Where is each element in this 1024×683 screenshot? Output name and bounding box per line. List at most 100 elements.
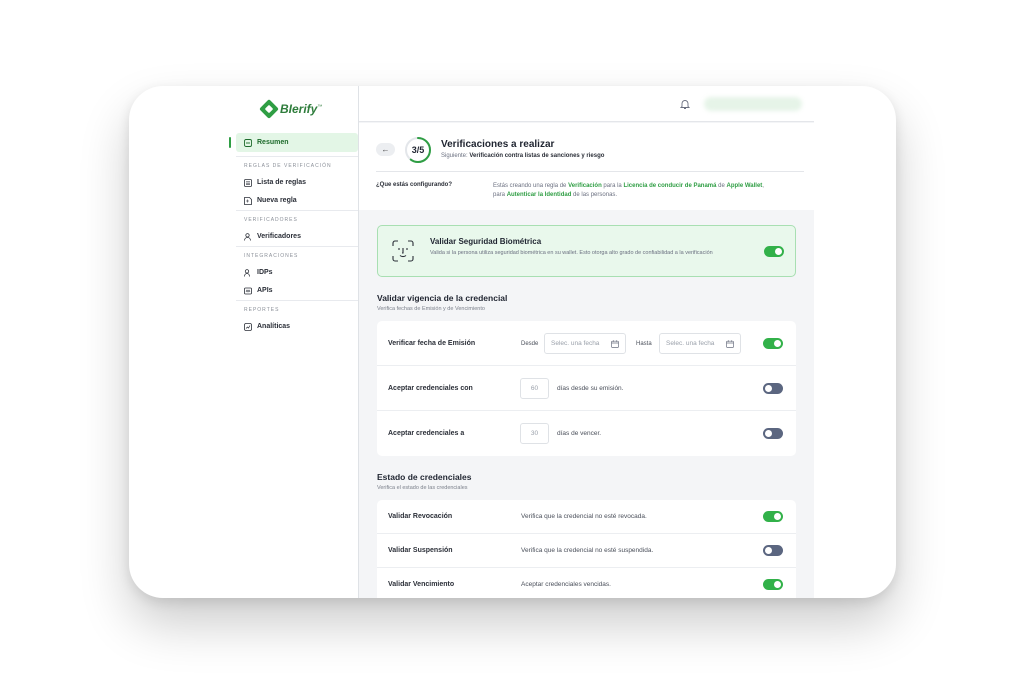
device-frame: BIerify™ Resumen REGLAS DE VERIFICACIÓN … [129, 86, 896, 598]
accept-expire-row: Aceptar credenciales a 30 días de vencer… [377, 411, 796, 456]
divider [236, 156, 358, 157]
section-title-integrations: INTEGRACIONES [244, 253, 299, 259]
arrow-left-icon: ← [381, 145, 390, 154]
calendar-icon [611, 340, 619, 348]
logo-icon [259, 99, 279, 119]
suspension-text: Verifica que la credencial no esté suspe… [521, 547, 654, 554]
biometric-title: Validar Seguridad Biométrica [430, 237, 542, 246]
status-card: Validar Revocación Verifica que la crede… [377, 500, 796, 598]
expiration-toggle[interactable] [763, 579, 783, 590]
accept-since-suffix: días desde su emisión. [557, 385, 624, 392]
status-section-subtitle: Verifica el estado de las credenciales [377, 485, 468, 491]
highlight-purpose: Autenticar la Identidad [506, 192, 572, 198]
face-id-icon [392, 240, 414, 262]
emission-label: Verificar fecha de Emisión [388, 340, 476, 347]
config-label: ¿Que estás configurando? [376, 182, 453, 188]
sidebar-item-lista-de-reglas[interactable]: Lista de reglas [236, 174, 358, 191]
sidebar-item-analiticas[interactable]: Analíticas [236, 318, 358, 335]
brand-logo[interactable]: BIerify™ [259, 99, 323, 119]
biometric-toggle[interactable] [764, 246, 784, 257]
toggle-knob [765, 430, 772, 437]
section-title-reports: REPORTES [244, 307, 280, 313]
section-title-verifiers: VERIFICADORES [244, 217, 298, 223]
toggle-knob [775, 248, 782, 255]
idp-icon [244, 268, 252, 277]
accept-since-toggle[interactable] [763, 383, 783, 394]
sidebar-item-idps[interactable]: IDPs [236, 264, 358, 281]
sidebar-item-resumen[interactable]: Resumen [229, 133, 358, 152]
sidebar-item-label: Verificadores [257, 233, 301, 240]
bell-icon[interactable] [679, 97, 691, 109]
toggle-knob [774, 340, 781, 347]
toggle-knob [774, 513, 781, 520]
suspension-label: Validar Suspensión [388, 547, 453, 554]
emission-row: Verificar fecha de Emisión Desde Selec. … [377, 321, 796, 366]
accept-expire-label: Aceptar credenciales a [388, 430, 465, 437]
toggle-knob [765, 385, 772, 392]
divider [236, 300, 358, 301]
sidebar-item-apis[interactable]: APIs [236, 282, 358, 299]
user-menu[interactable] [704, 97, 802, 111]
step-indicator: 3/5 [404, 136, 432, 164]
new-rule-icon [244, 196, 252, 205]
from-label: Desde [521, 341, 539, 347]
emission-toggle[interactable] [763, 338, 783, 349]
users-icon [244, 232, 252, 241]
days-since-input[interactable]: 60 [520, 378, 549, 399]
validity-card: Verificar fecha de Emisión Desde Selec. … [377, 321, 796, 456]
divider [376, 171, 804, 172]
divider [236, 246, 358, 247]
validity-section-title: Validar vigencia de la credencial [377, 293, 508, 303]
list-icon [244, 178, 252, 187]
calendar-icon [726, 340, 734, 348]
highlight-credential: Licencia de conducir de Panamá [623, 183, 717, 189]
status-section-title: Estado de credenciales [377, 472, 472, 482]
sidebar-item-label: Lista de reglas [257, 179, 307, 186]
page-title: Verificaciones a realizar [441, 139, 555, 150]
revocation-label: Validar Revocación [388, 513, 453, 520]
highlight-verificacion: Verificación [568, 183, 602, 189]
accept-since-label: Aceptar credenciales con [388, 385, 473, 392]
biometric-card: Validar Seguridad Biométrica Valida si l… [377, 225, 796, 277]
config-description: Estás creando una regla de Verificación … [493, 183, 764, 198]
sidebar-item-label: Analíticas [257, 323, 291, 330]
days-expire-input[interactable]: 30 [520, 423, 549, 444]
step-counter: 3/5 [411, 145, 425, 155]
accept-expire-toggle[interactable] [763, 428, 783, 439]
biometric-description: Valida si la persona utiliza seguridad b… [430, 250, 713, 256]
expiration-row: Validar Vencimiento Aceptar credenciales… [377, 568, 796, 598]
top-bar [359, 86, 814, 122]
divider [236, 210, 358, 211]
expiration-label: Validar Vencimiento [388, 581, 455, 588]
from-date-input[interactable]: Selec. una fecha [544, 333, 626, 354]
analytics-icon [244, 322, 252, 331]
page-subtitle: Siguiente: Verificación contra listas de… [441, 153, 605, 159]
sidebar-nav: Resumen REGLAS DE VERIFICACIÓN Lista de … [229, 133, 358, 336]
validity-section-subtitle: Verifica fechas de Emisión y de Vencimie… [377, 306, 485, 312]
to-label: Hasta [636, 341, 652, 347]
expiration-text: Aceptar credenciales vencidas. [521, 581, 611, 588]
section-title-rules: REGLAS DE VERIFICACIÓN [244, 163, 332, 169]
revocation-toggle[interactable] [763, 511, 783, 522]
suspension-toggle[interactable] [763, 545, 783, 556]
summary-icon [244, 138, 252, 147]
revocation-row: Validar Revocación Verifica que la crede… [377, 500, 796, 534]
suspension-row: Validar Suspensión Verifica que la crede… [377, 534, 796, 568]
sidebar-item-nueva-regla[interactable]: Nueva regla [236, 192, 358, 209]
page-header: ← 3/5 Verificaciones a realizar Siguient… [359, 123, 814, 210]
toggle-knob [774, 581, 781, 588]
accept-since-row: Aceptar credenciales con 60 días desde s… [377, 366, 796, 411]
sidebar-item-label: Nueva regla [257, 197, 297, 204]
highlight-wallet: Apple Wallet [726, 183, 763, 189]
sidebar-item-label: APIs [257, 287, 273, 294]
brand-name: BIerify™ [280, 102, 323, 116]
revocation-text: Verifica que la credencial no esté revoc… [521, 513, 647, 520]
sidebar-item-label: IDPs [257, 269, 273, 276]
to-date-input[interactable]: Selec. una fecha [659, 333, 741, 354]
sidebar-item-label: Resumen [257, 139, 289, 146]
back-button[interactable]: ← [376, 143, 395, 156]
api-icon [244, 287, 252, 295]
sidebar-item-verificadores[interactable]: Verificadores [236, 228, 358, 245]
toggle-knob [765, 547, 772, 554]
accept-expire-suffix: días de vencer. [557, 430, 602, 437]
